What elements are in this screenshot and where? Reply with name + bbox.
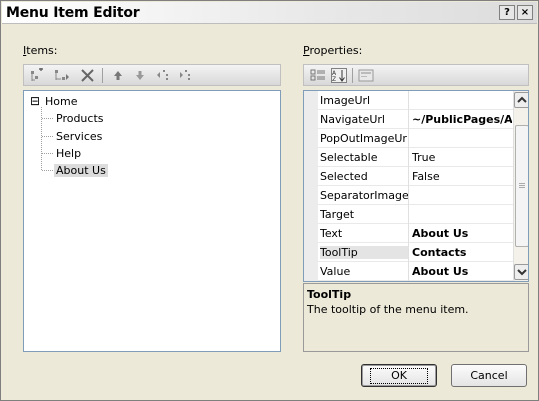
tree-node-about-us[interactable]: About Us <box>54 164 108 177</box>
property-row-target[interactable]: Target <box>304 205 513 224</box>
row-gutter <box>304 224 318 243</box>
delete-icon[interactable] <box>80 68 96 83</box>
outdent-icon[interactable] <box>156 68 172 83</box>
column-separator <box>408 224 409 243</box>
ok-button[interactable]: OK <box>361 364 437 387</box>
property-row-imageurl[interactable]: ImageUrl <box>304 91 513 110</box>
add-child-item-icon[interactable] <box>54 68 70 83</box>
chevron-down-icon <box>517 269 527 276</box>
scroll-thumb[interactable] <box>515 125 528 247</box>
column-separator <box>408 186 409 205</box>
close-icon: × <box>520 7 530 18</box>
column-separator <box>408 205 409 224</box>
title-bar[interactable]: Menu Item Editor ? × <box>2 2 537 24</box>
row-gutter <box>304 129 318 148</box>
row-gutter <box>304 148 318 167</box>
move-down-icon[interactable] <box>132 68 148 83</box>
indent-icon[interactable] <box>178 68 194 83</box>
column-separator <box>408 243 409 262</box>
row-gutter <box>304 205 318 224</box>
property-row-navigateurl[interactable]: NavigateUrl ~/PublicPages/A <box>304 110 513 129</box>
property-name: Value <box>320 265 351 278</box>
property-row-value[interactable]: Value About Us <box>304 262 513 281</box>
property-name: Selected <box>320 170 368 183</box>
close-button[interactable]: × <box>517 5 533 20</box>
svg-text:Z: Z <box>332 76 336 82</box>
tree-node-home[interactable]: Home <box>45 95 77 108</box>
property-value[interactable]: Contacts <box>412 246 512 259</box>
tree-node-help[interactable]: Help <box>56 147 81 160</box>
dialog-title: Menu Item Editor <box>6 5 140 21</box>
items-label: Items: <box>23 44 57 57</box>
property-name: NavigateUrl <box>320 113 385 126</box>
property-grid-scrollbar[interactable] <box>513 91 528 281</box>
properties-label: Properties: <box>303 44 362 57</box>
help-button[interactable]: ? <box>499 5 515 20</box>
alphabetical-icon[interactable]: AZ <box>331 68 347 83</box>
property-name: Selectable <box>320 151 378 164</box>
add-root-item-icon[interactable] <box>30 67 46 83</box>
property-description-pane: ToolTip The tooltip of the menu item. <box>303 283 529 352</box>
items-tree[interactable]: ⊟ Home Products Services Help About Us <box>23 90 281 352</box>
properties-label-text: roperties: <box>309 44 363 57</box>
property-row-tooltip[interactable]: ToolTip Contacts <box>304 243 513 262</box>
cancel-button[interactable]: Cancel <box>451 364 527 387</box>
move-up-icon[interactable] <box>110 68 126 83</box>
property-name: ImageUrl <box>320 94 371 107</box>
ok-button-label: OK <box>370 368 428 384</box>
items-toolbar <box>23 64 281 86</box>
property-value[interactable]: About Us <box>412 227 512 240</box>
property-row-popoutimageurl[interactable]: PopOutImageUr <box>304 129 513 148</box>
column-separator <box>408 167 409 186</box>
column-separator <box>408 91 409 110</box>
property-value[interactable]: True <box>412 151 512 164</box>
property-name: SeparatorImage <box>320 189 408 202</box>
toolbar-divider <box>352 68 353 83</box>
property-row-separatorimage[interactable]: SeparatorImage <box>304 186 513 205</box>
menu-item-editor-dialog: Menu Item Editor ? × Items: ⊟ Home Produ… <box>0 0 539 401</box>
row-gutter <box>304 186 318 205</box>
cancel-button-label: Cancel <box>470 369 508 382</box>
description-text: The tooltip of the menu item. <box>307 303 469 316</box>
scroll-up-button[interactable] <box>514 92 528 108</box>
chevron-up-icon <box>517 96 527 103</box>
column-separator <box>408 129 409 148</box>
help-icon: ? <box>504 7 510 18</box>
property-grid[interactable]: ImageUrl NavigateUrl ~/PublicPages/A Pop… <box>303 90 529 282</box>
tree-collapse-icon[interactable]: ⊟ <box>30 94 40 108</box>
properties-toolbar: AZ <box>303 64 529 86</box>
row-gutter <box>304 91 318 110</box>
scroll-down-button[interactable] <box>514 264 528 280</box>
property-value[interactable]: False <box>412 170 512 183</box>
categorized-icon[interactable] <box>310 68 326 83</box>
items-label-text: tems: <box>26 44 58 57</box>
column-separator <box>408 110 409 129</box>
tree-node-products[interactable]: Products <box>56 112 104 125</box>
row-gutter <box>304 262 318 281</box>
tree-node-services[interactable]: Services <box>56 130 102 143</box>
description-title: ToolTip <box>307 288 352 301</box>
column-separator <box>408 148 409 167</box>
property-row-text[interactable]: Text About Us <box>304 224 513 243</box>
row-gutter <box>304 167 318 186</box>
row-gutter <box>304 110 318 129</box>
property-row-selected[interactable]: Selected False <box>304 167 513 186</box>
property-name: PopOutImageUr <box>320 132 407 145</box>
property-name: ToolTip <box>320 246 408 259</box>
column-separator <box>408 262 409 281</box>
grip-icon <box>519 183 525 188</box>
row-gutter <box>304 243 318 262</box>
property-value[interactable]: ~/PublicPages/A <box>412 113 512 126</box>
property-value[interactable]: About Us <box>412 265 512 278</box>
toolbar-divider <box>102 68 103 83</box>
property-name: Target <box>320 208 355 221</box>
property-name: Text <box>320 227 343 240</box>
property-pages-icon[interactable] <box>358 68 374 83</box>
property-row-selectable[interactable]: Selectable True <box>304 148 513 167</box>
